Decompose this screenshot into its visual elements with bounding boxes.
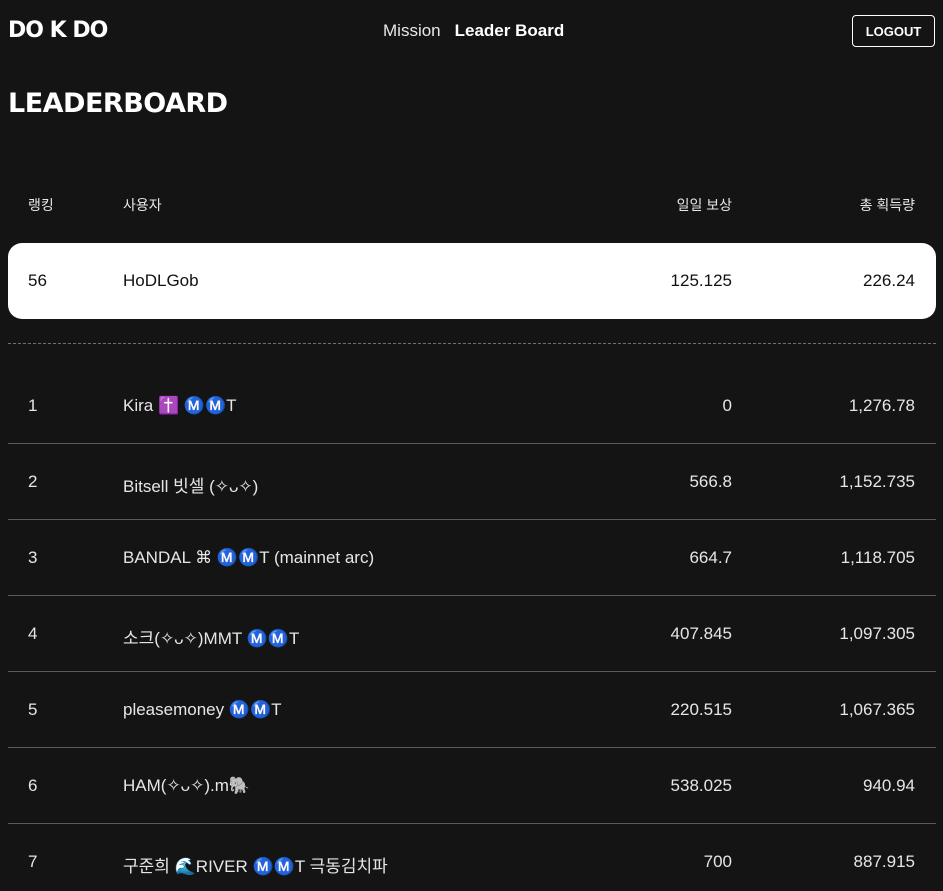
table-row: 3 BANDAL ⌘ Ⓜ️Ⓜ️T (mainnet arc) 664.7 1,1… bbox=[8, 520, 936, 596]
table-row: 1 Kira ✝️ Ⓜ️Ⓜ️T 0 1,276.78 bbox=[8, 368, 936, 444]
row-total-earned: 887.915 bbox=[853, 852, 915, 871]
header-total-earned: 총 획득량 bbox=[859, 197, 915, 213]
table-header: 랭킹 사용자 일일 보상 총 획득량 bbox=[8, 195, 936, 215]
row-total-earned: 1,276.78 bbox=[848, 396, 915, 415]
row-total-earned: 940.94 bbox=[863, 776, 915, 795]
header-daily-reward: 일일 보상 bbox=[676, 197, 732, 213]
row-rank: 6 bbox=[28, 776, 38, 795]
row-daily-reward: 538.025 bbox=[670, 776, 732, 795]
row-total-earned: 1,152.735 bbox=[839, 472, 915, 491]
row-rank: 3 bbox=[28, 548, 38, 567]
row-rank: 1 bbox=[28, 396, 38, 415]
row-username: 구준희 🌊RIVER Ⓜ️Ⓜ️T 극동김치파 bbox=[123, 857, 388, 876]
table-row: 5 pleasemoney Ⓜ️Ⓜ️T 220.515 1,067.365 bbox=[8, 672, 936, 748]
top-navbar: DO K DO Mission Leader Board LOGOUT bbox=[0, 0, 943, 62]
row-daily-reward: 566.8 bbox=[689, 472, 732, 491]
row-username: HAM(✧ᴗ✧).m🐘 bbox=[123, 776, 251, 795]
row-daily-reward: 407.845 bbox=[670, 624, 732, 643]
my-rank: 56 bbox=[28, 271, 47, 290]
row-username: 소크(✧ᴗ✧)MMT Ⓜ️Ⓜ️T bbox=[123, 629, 300, 648]
row-username: Bitsell 빗셀 (✧ᴗ✧) bbox=[123, 477, 259, 496]
dashed-divider bbox=[8, 343, 936, 344]
header-user: 사용자 bbox=[123, 197, 162, 213]
row-username: Kira ✝️ Ⓜ️Ⓜ️T bbox=[123, 396, 237, 415]
row-daily-reward: 700 bbox=[703, 852, 732, 871]
logout-button[interactable]: LOGOUT bbox=[852, 15, 935, 47]
nav-links: Mission Leader Board bbox=[383, 21, 564, 41]
row-rank: 7 bbox=[28, 852, 38, 871]
my-daily-reward: 125.125 bbox=[670, 271, 732, 290]
row-total-earned: 1,067.365 bbox=[839, 700, 915, 719]
my-total-earned: 226.24 bbox=[863, 271, 915, 290]
row-username: BANDAL ⌘ Ⓜ️Ⓜ️T (mainnet arc) bbox=[123, 548, 375, 567]
table-row: 2 Bitsell 빗셀 (✧ᴗ✧) 566.8 1,152.735 bbox=[8, 444, 936, 520]
nav-link-leaderboard[interactable]: Leader Board bbox=[455, 21, 565, 41]
table-row: 4 소크(✧ᴗ✧)MMT Ⓜ️Ⓜ️T 407.845 1,097.305 bbox=[8, 596, 936, 672]
row-rank: 4 bbox=[28, 624, 38, 643]
table-row: 7 구준희 🌊RIVER Ⓜ️Ⓜ️T 극동김치파 700 887.915 bbox=[8, 824, 936, 891]
row-daily-reward: 664.7 bbox=[689, 548, 732, 567]
page-title: LEADERBOARD bbox=[8, 88, 228, 119]
nav-link-mission[interactable]: Mission bbox=[383, 21, 441, 41]
row-total-earned: 1,118.705 bbox=[840, 548, 915, 567]
row-total-earned: 1,097.305 bbox=[839, 624, 915, 643]
my-rank-row: 56 HoDLGob 125.125 226.24 bbox=[8, 243, 936, 319]
my-username: HoDLGob bbox=[123, 271, 199, 290]
leaderboard-list: 1 Kira ✝️ Ⓜ️Ⓜ️T 0 1,276.78 2 Bitsell 빗셀 … bbox=[8, 368, 936, 891]
logo[interactable]: DO K DO bbox=[8, 18, 108, 43]
header-rank: 랭킹 bbox=[28, 197, 54, 213]
row-daily-reward: 220.515 bbox=[670, 700, 732, 719]
table-row: 6 HAM(✧ᴗ✧).m🐘 538.025 940.94 bbox=[8, 748, 936, 824]
row-rank: 5 bbox=[28, 700, 38, 719]
row-rank: 2 bbox=[28, 472, 38, 491]
row-username: pleasemoney Ⓜ️Ⓜ️T bbox=[123, 700, 282, 719]
row-daily-reward: 0 bbox=[722, 396, 732, 415]
